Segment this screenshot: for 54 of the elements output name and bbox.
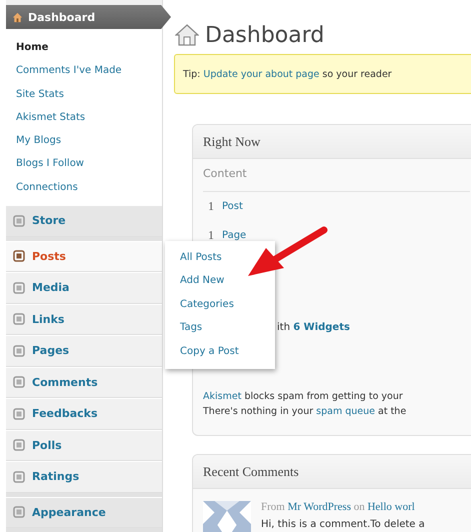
panel-title: Recent Comments	[193, 455, 471, 489]
flyout-link[interactable]: All Posts	[180, 246, 222, 270]
submenu-link[interactable]: Home	[16, 36, 48, 60]
menu-icon	[12, 214, 26, 228]
text-link[interactable]: Akismet	[203, 391, 242, 402]
menu-item[interactable]: Polls	[6, 430, 162, 462]
text-link[interactable]: 6 Widgets	[293, 322, 350, 333]
dashboard-menu-header[interactable]: Dashboard	[6, 5, 171, 29]
flyout-link[interactable]: Copy a Post	[180, 340, 239, 364]
count-number: 1	[208, 228, 214, 243]
menu-icon	[12, 375, 26, 390]
menu-item[interactable]: Store	[6, 205, 162, 237]
house-icon	[175, 23, 199, 47]
content-link[interactable]: Page	[222, 230, 246, 241]
menu-icon	[12, 470, 26, 484]
submenu-link[interactable]: Blogs I Follow	[16, 152, 84, 176]
menu-icon	[12, 438, 26, 452]
menu-item[interactable]: Ratings	[6, 461, 162, 493]
menu-icon	[12, 406, 26, 421]
panel-title: Right Now	[193, 125, 471, 159]
content-link[interactable]: Post	[222, 201, 243, 212]
flyout-link[interactable]: Add New	[180, 269, 224, 293]
section-heading: Content	[203, 166, 247, 182]
comment-excerpt: Hi, this is a comment.To delete a	[261, 519, 425, 530]
menu-item[interactable]: Comments	[6, 366, 162, 398]
menu-item[interactable]: Pages	[6, 335, 162, 367]
menu-icon	[12, 249, 26, 264]
theme-text: ith 6 Widgets	[277, 322, 350, 333]
menu-icon	[12, 312, 26, 326]
count-number: 1	[208, 199, 214, 214]
submenu-link[interactable]: Akismet Stats	[16, 106, 86, 130]
menu-item[interactable]: Media	[6, 272, 162, 304]
flyout-link[interactable]: Tags	[180, 316, 202, 340]
text-link[interactable]: Hello worl	[367, 501, 415, 513]
menu-item[interactable]: Feedbacks	[6, 398, 162, 430]
tip-text: Tip: Update your about page so your reader	[183, 68, 392, 80]
text-link[interactable]: spam queue	[316, 406, 375, 417]
menu-icon	[12, 344, 26, 358]
spam-notice: Akismet blocks spam from getting to your	[203, 390, 403, 404]
menu-icon	[12, 505, 26, 520]
submenu-link[interactable]: Site Stats	[16, 82, 64, 106]
text-link[interactable]: Mr WordPress	[288, 501, 351, 513]
menu-icon	[12, 280, 26, 295]
submenu-link[interactable]: My Blogs	[16, 129, 62, 152]
comment-meta: From Mr WordPress on Hello worl	[261, 501, 415, 513]
flyout-link[interactable]: Categories	[180, 292, 234, 316]
house-icon	[12, 12, 23, 22]
submenu-link[interactable]: Connections	[16, 176, 78, 200]
spam-notice: There's nothing in your spam queue at the	[203, 405, 406, 419]
menu-item[interactable]: Appearance	[6, 496, 162, 528]
text-link[interactable]: Update your about page	[203, 68, 320, 80]
menu-item[interactable]: Links	[6, 304, 162, 336]
submenu-link[interactable]: Comments I've Made	[16, 59, 122, 83]
page-title: Dashboard	[205, 22, 324, 48]
